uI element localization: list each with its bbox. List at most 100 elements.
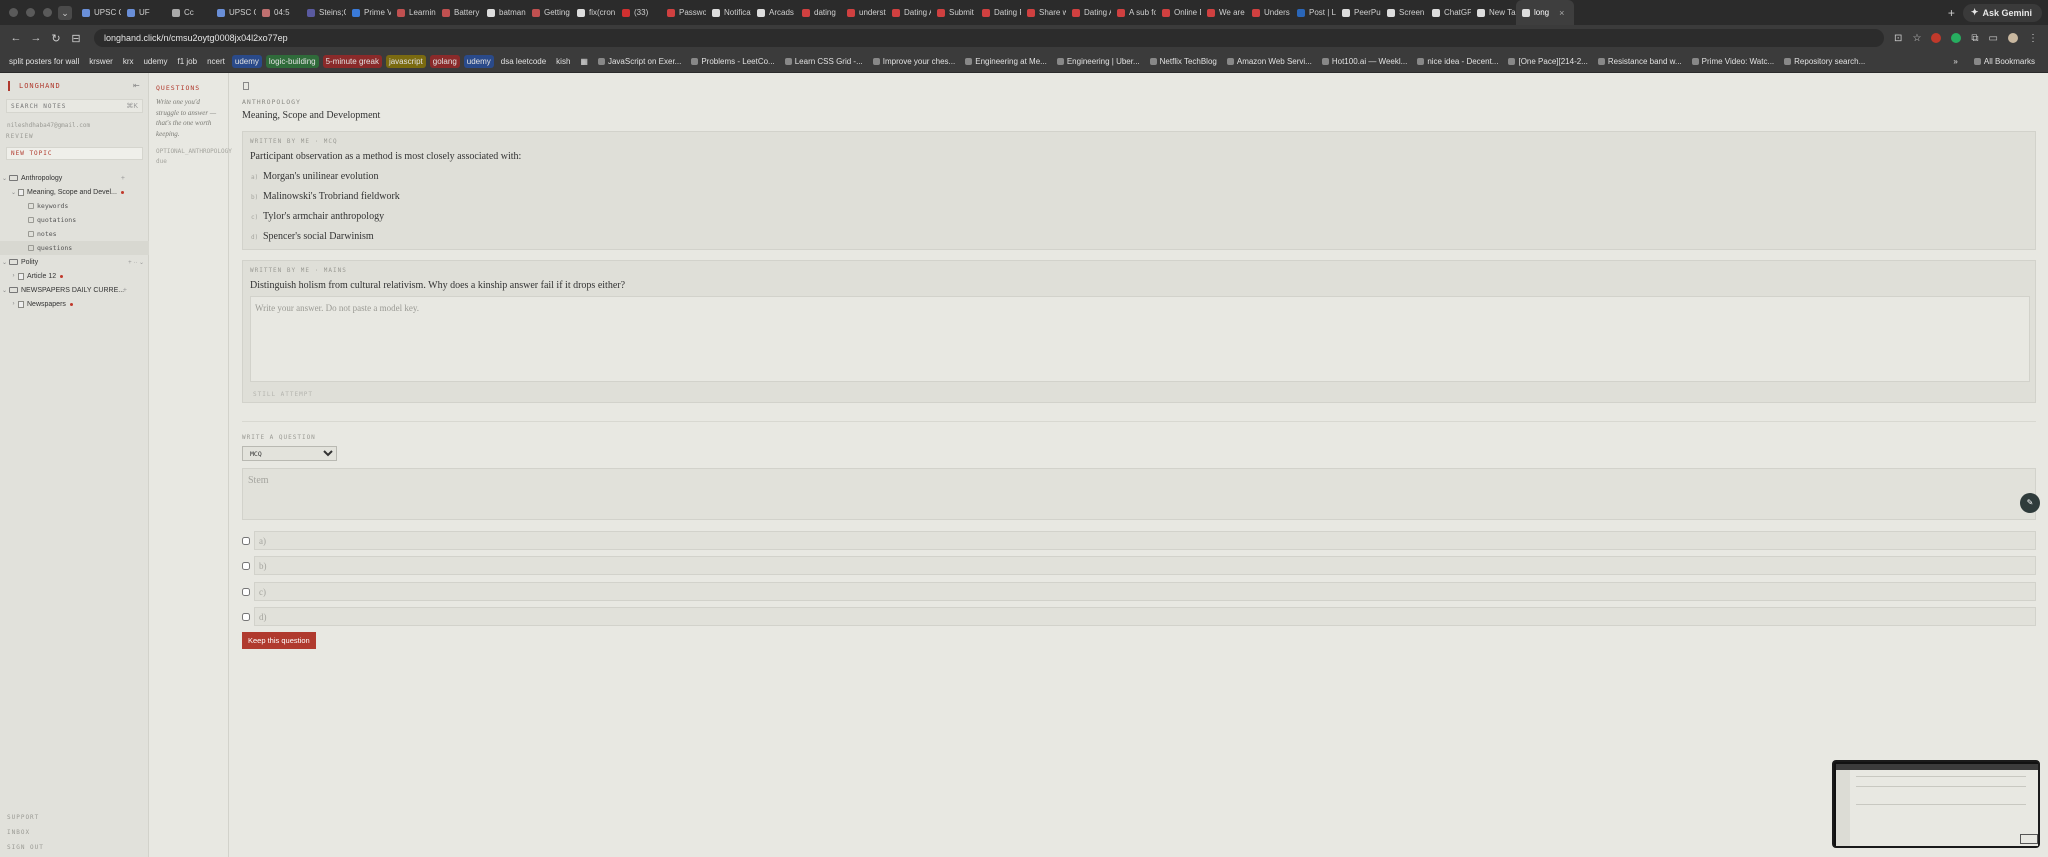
- tree-item-quotations[interactable]: quotations: [0, 213, 149, 227]
- browser-tab[interactable]: Getting: [526, 0, 571, 25]
- browser-tab[interactable]: Cc: [166, 0, 211, 25]
- browser-tab[interactable]: Steins;G: [301, 0, 346, 25]
- browser-tab[interactable]: Prime Vi: [346, 0, 391, 25]
- close-window-button[interactable]: [9, 8, 18, 17]
- sidepanel-icon[interactable]: ▭: [1989, 33, 1998, 44]
- bookmark-item[interactable]: [One Pace][214-2...: [1505, 55, 1590, 68]
- chevron-right-icon[interactable]: ›: [9, 301, 18, 307]
- extensions-puzzle-icon[interactable]: ⧉: [1971, 33, 1978, 44]
- correct-option-checkbox[interactable]: [242, 536, 250, 545]
- bookmark-item[interactable]: udemy: [231, 55, 262, 68]
- browser-tab[interactable]: Arcads: [751, 0, 796, 25]
- browser-tab[interactable]: Unders: [1246, 0, 1291, 25]
- browser-tab[interactable]: UPSC CS: [211, 0, 256, 25]
- review-link[interactable]: REVIEW: [6, 133, 34, 140]
- bookmark-item[interactable]: dsa leetcode: [498, 55, 549, 68]
- bookmark-item[interactable]: logic-building: [265, 55, 319, 68]
- keep-question-button[interactable]: Keep this question: [242, 632, 316, 649]
- minimize-window-button[interactable]: [26, 8, 35, 17]
- browser-tab[interactable]: New Tab: [1471, 0, 1516, 25]
- bookmark-item[interactable]: Engineering at Me...: [962, 55, 1050, 68]
- browser-tab[interactable]: Online D: [1156, 0, 1201, 25]
- browser-menu-icon[interactable]: ⋮: [2028, 33, 2038, 44]
- browser-tab[interactable]: Share w: [1021, 0, 1066, 25]
- browser-tab[interactable]: Dating F: [976, 0, 1021, 25]
- browser-tab[interactable]: batman: [481, 0, 526, 25]
- browser-tab[interactable]: Battery: [436, 0, 481, 25]
- bookmark-item[interactable]: Learn CSS Grid -...: [782, 55, 866, 68]
- browser-tab[interactable]: PeerPul: [1336, 0, 1381, 25]
- bookmark-item[interactable]: krx: [120, 55, 137, 68]
- bookmark-item[interactable]: golang: [429, 55, 460, 68]
- browser-tab[interactable]: Passwo: [661, 0, 706, 25]
- tree-item-notes[interactable]: notes: [0, 227, 149, 241]
- add-child-icon[interactable]: +: [121, 175, 125, 182]
- bookmark-item[interactable]: Engineering | Uber...: [1054, 55, 1143, 68]
- bookmark-item[interactable]: Problems - LeetCo...: [688, 55, 777, 68]
- back-arrow-icon[interactable]: ←: [6, 32, 26, 44]
- browser-tab[interactable]: Dating A: [886, 0, 931, 25]
- bookmark-item[interactable]: Resistance band w...: [1595, 55, 1685, 68]
- bookmark-item[interactable]: javascript: [385, 55, 426, 68]
- bookmark-item[interactable]: nice idea - Decent...: [1414, 55, 1501, 68]
- bookmark-item[interactable]: udemy: [140, 55, 170, 68]
- forward-arrow-icon[interactable]: →: [26, 32, 46, 44]
- browser-tab[interactable]: Notificati: [706, 0, 751, 25]
- bookmark-item[interactable]: JavaScript on Exer...: [595, 55, 684, 68]
- tree-item-newspapers-folder[interactable]: ⌄ NEWSPAPERS DAILY CURRE... +: [0, 283, 149, 297]
- chevron-down-icon[interactable]: ⌄: [0, 259, 9, 266]
- tree-item-meaning[interactable]: ⌄ Meaning, Scope and Devel...: [0, 185, 149, 199]
- browser-tab[interactable]: Screen: [1381, 0, 1426, 25]
- breadcrumb[interactable]: ANTHROPOLOGY: [242, 98, 301, 106]
- answer-textarea[interactable]: [250, 296, 2030, 382]
- chevron-down-icon[interactable]: ⌄: [0, 287, 9, 294]
- browser-tab[interactable]: (33): [616, 0, 661, 25]
- site-info-icon[interactable]: ⊟: [66, 32, 86, 45]
- bookmark-item[interactable]: kish: [553, 55, 573, 68]
- option-input[interactable]: [254, 582, 2036, 601]
- mcq-option-d[interactable]: d) Spencer's social Darwinism: [251, 231, 374, 242]
- tree-item-anthropology[interactable]: ⌄ Anthropology +: [0, 171, 149, 185]
- browser-tab[interactable]: A sub fo: [1111, 0, 1156, 25]
- bookmark-item[interactable]: Improve your ches...: [870, 55, 958, 68]
- browser-tab[interactable]: long ×: [1516, 0, 1574, 25]
- stem-textarea[interactable]: [242, 468, 2036, 520]
- sign-out-link[interactable]: SIGN OUT: [7, 844, 44, 851]
- correct-option-checkbox[interactable]: [242, 561, 250, 570]
- tree-item-keywords[interactable]: keywords: [0, 199, 149, 213]
- reload-icon[interactable]: ↻: [46, 32, 66, 45]
- address-bar[interactable]: longhand.click/n/cmsu2oytg0008jx04l2xo77…: [94, 29, 1885, 47]
- ask-gemini-button[interactable]: ✦ Ask Gemini: [1962, 3, 2042, 22]
- mcq-option-b[interactable]: b) Malinowski's Trobriand fieldwork: [251, 191, 400, 202]
- correct-option-checkbox[interactable]: [242, 587, 250, 596]
- new-tab-plus-icon[interactable]: +: [1940, 6, 1963, 20]
- option-input[interactable]: [254, 556, 2036, 575]
- support-link[interactable]: SUPPORT: [7, 814, 39, 821]
- question-type-select[interactable]: MCQ: [242, 446, 337, 461]
- bookmark-star-icon[interactable]: ☆: [1912, 33, 1921, 44]
- browser-tab[interactable]: Post | Li: [1291, 0, 1336, 25]
- bookmark-item[interactable]: udemy: [463, 55, 494, 68]
- browser-tab[interactable]: Learning: [391, 0, 436, 25]
- maximize-window-button[interactable]: [43, 8, 52, 17]
- screen-preview-thumbnail[interactable]: [1832, 760, 2040, 848]
- tree-item-polity[interactable]: ⌄ Polity + ·· ⌄: [0, 255, 149, 269]
- bookmark-item[interactable]: Amazon Web Servi...: [1224, 55, 1315, 68]
- browser-tab[interactable]: dating: [796, 0, 841, 25]
- bookmark-item[interactable]: Netflix TechBlog: [1147, 55, 1220, 68]
- correct-option-checkbox[interactable]: [242, 612, 250, 621]
- browser-tab[interactable]: We are f: [1201, 0, 1246, 25]
- tree-item-article-12[interactable]: › Article 12: [0, 269, 149, 283]
- browser-tab[interactable]: UPSC CS: [76, 0, 121, 25]
- browser-tab[interactable]: Submit F: [931, 0, 976, 25]
- mcq-option-c[interactable]: c) Tylor's armchair anthropology: [251, 211, 384, 222]
- folder-actions-icon[interactable]: + ·· ⌄: [128, 259, 144, 266]
- tree-item-questions[interactable]: questions: [0, 241, 149, 255]
- install-app-icon[interactable]: ⊡: [1894, 33, 1902, 44]
- extension-icon[interactable]: [1951, 33, 1962, 43]
- search-input[interactable]: [11, 102, 127, 110]
- browser-tab[interactable]: underst: [841, 0, 886, 25]
- bookmark-item[interactable]: Prime Video: Watc...: [1689, 55, 1777, 68]
- browser-tab[interactable]: fix(cron: [571, 0, 616, 25]
- add-child-icon[interactable]: +: [123, 287, 127, 294]
